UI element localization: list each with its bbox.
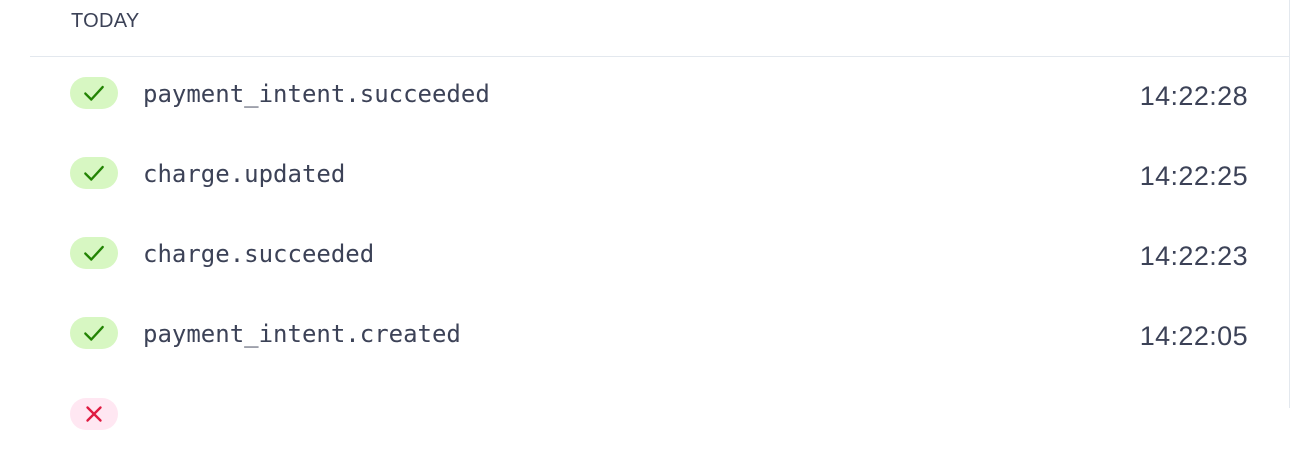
section-header: TODAY [30,0,1289,57]
event-time: 14:22:23 [1139,241,1248,271]
event-row[interactable]: charge.succeeded 14:22:23 [30,217,1288,297]
event-name: charge.succeeded [143,240,375,268]
status-badge-succeeded [70,237,118,269]
event-row[interactable]: payment_intent.created 14:22:05 [30,297,1288,377]
check-icon [84,85,104,101]
check-icon [84,325,104,341]
event-row[interactable]: payment_intent.succeeded 14:22:28 [30,57,1288,137]
status-badge-succeeded [70,317,118,349]
event-name: charge.updated [143,160,346,188]
event-name: payment_intent.created [143,320,461,348]
check-icon [84,245,104,261]
event-time: 14:22:05 [1139,321,1248,351]
check-icon [84,165,104,181]
event-row[interactable]: charge.updated 14:22:25 [30,137,1288,217]
events-panel: TODAY payment_intent.succeeded 14:22:28 … [30,0,1290,430]
status-badge-failed [70,398,118,430]
event-row[interactable] [30,378,1288,458]
event-time: 14:22:28 [1139,81,1248,111]
event-name: payment_intent.succeeded [143,80,490,108]
status-badge-succeeded [70,77,118,109]
status-badge-succeeded [70,157,118,189]
section-title: TODAY [71,10,140,32]
event-time: 14:22:25 [1139,161,1248,191]
x-icon [86,406,102,422]
